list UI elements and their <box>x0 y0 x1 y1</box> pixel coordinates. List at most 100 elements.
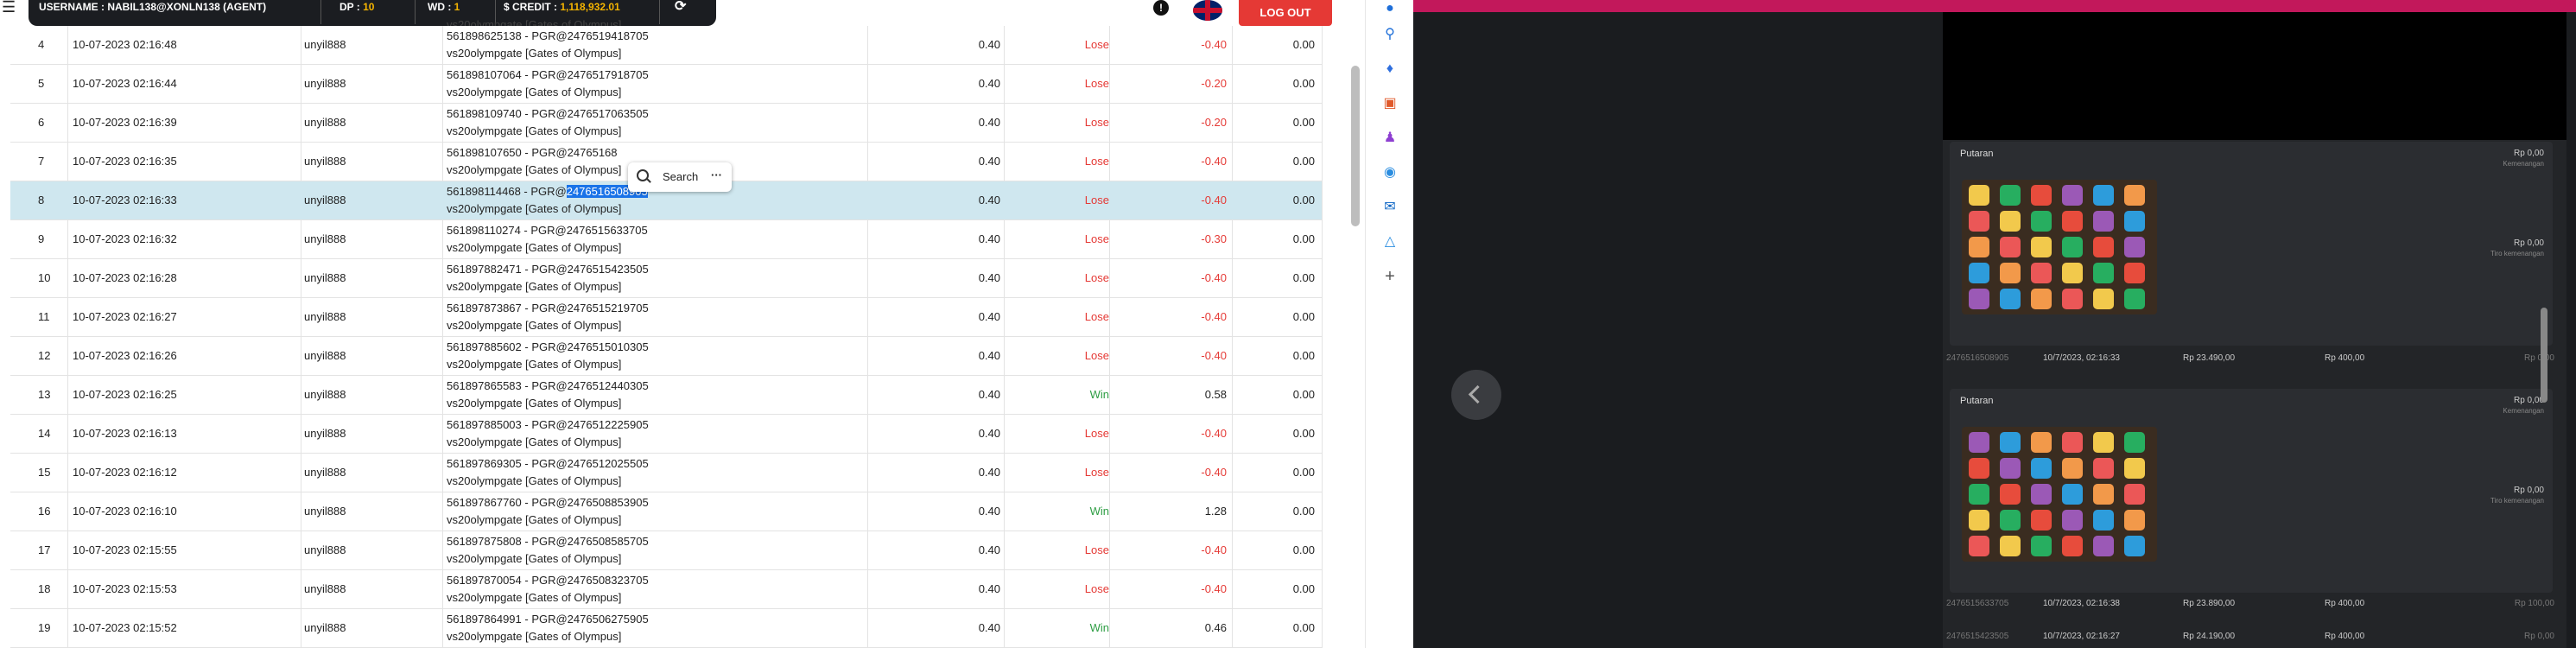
menu-icon[interactable]: ☰ <box>2 0 16 15</box>
row-number: 13 <box>38 388 51 401</box>
game-cell: 561898109740 - PGR@2476517063505 vs20olym… <box>447 105 649 143</box>
game-id: 561898107650 - PGR@24765168 <box>447 146 618 159</box>
spin-amount-sub: Kemenangan <box>2503 407 2544 415</box>
spin-amount-sub: Kemenangan <box>2503 160 2544 168</box>
winloss-cell: -0.20 <box>1201 77 1227 90</box>
refresh-icon[interactable]: ⟳ <box>675 0 686 14</box>
balance-cell: 0.00 <box>1292 310 1315 323</box>
bet-cell: 0.40 <box>978 116 1000 129</box>
slot-symbol <box>2062 484 2083 505</box>
slot-symbol <box>2031 510 2052 530</box>
search-popup-label[interactable]: Search <box>663 162 698 192</box>
table-row[interactable]: 15 10-07-2023 02:16:12 unyil888 56189786930… <box>10 454 1322 492</box>
row-number: 7 <box>38 155 45 168</box>
round-win: Rp 100,00 <box>2514 599 2554 608</box>
datetime-cell: 10-07-2023 02:16:28 <box>73 271 177 284</box>
spin-info-row[interactable]: 2476516508905 10/7/2023, 02:16:33 Rp 23.49… <box>1943 347 2566 370</box>
winloss-cell: 0.58 <box>1204 388 1227 401</box>
status-badge: Lose <box>1084 582 1109 595</box>
slot-symbol <box>2093 289 2114 309</box>
bet-cell: 0.40 <box>978 349 1000 362</box>
game-cell: 561897864991 - PGR@2476506275905 vs20olym… <box>447 611 649 648</box>
row-number: 9 <box>38 232 45 245</box>
table-row[interactable]: 9 10-07-2023 02:16:32 unyil888 561898110274… <box>10 220 1322 259</box>
winloss-cell: -0.40 <box>1201 194 1227 206</box>
game-name: vs20olympgate [Gates of Olympus] <box>447 47 622 60</box>
table-row[interactable]: 14 10-07-2023 02:16:13 unyil888 56189788500… <box>10 415 1322 454</box>
search-icon[interactable]: ⚲ <box>1381 26 1399 43</box>
table-row[interactable]: 16 10-07-2023 02:16:10 unyil888 56189786776… <box>10 492 1322 531</box>
game-id: 561897885003 - PGR@2476512225905 <box>447 418 649 431</box>
bet-cell: 0.40 <box>978 621 1000 634</box>
table-row[interactable]: 11 10-07-2023 02:16:27 unyil888 56189787386… <box>10 298 1322 337</box>
datetime-cell: 10-07-2023 02:16:44 <box>73 77 177 90</box>
status-badge: Lose <box>1084 427 1109 440</box>
slot-symbol <box>2000 185 2021 206</box>
search-popup[interactable]: Search ··· <box>628 162 732 192</box>
winloss-cell: 0.46 <box>1204 621 1227 634</box>
round-bet: Rp 400,00 <box>2325 599 2365 608</box>
games-icon[interactable]: ♟ <box>1381 130 1399 147</box>
table-row[interactable]: 10 10-07-2023 02:16:28 unyil888 56189788247… <box>10 259 1322 298</box>
datetime-cell: 10-07-2023 02:15:55 <box>73 543 177 556</box>
game-id: 561898107064 - PGR@2476517918705 <box>447 68 649 81</box>
tag-icon[interactable]: ♦ <box>1381 60 1399 78</box>
table-row[interactable]: 12 10-07-2023 02:16:26 unyil888 56189788560… <box>10 337 1322 376</box>
shopping-icon[interactable]: △ <box>1381 233 1399 251</box>
user-cell: unyil888 <box>304 38 346 51</box>
user-cell: unyil888 <box>304 388 346 401</box>
status-badge: Lose <box>1084 77 1109 90</box>
table-row[interactable]: 17 10-07-2023 02:15:55 unyil888 56189787580… <box>10 531 1322 570</box>
datetime-cell: 10-07-2023 02:16:27 <box>73 310 177 323</box>
status-badge: Lose <box>1084 194 1109 206</box>
more-options-icon[interactable]: ··· <box>711 162 722 188</box>
table-row[interactable]: 5 10-07-2023 02:16:44 unyil888 561898107064… <box>10 65 1322 104</box>
add-icon[interactable]: + <box>1381 268 1399 285</box>
uk-flag-icon[interactable] <box>1193 0 1222 21</box>
history-scrollbar[interactable] <box>2541 308 2547 403</box>
table-row[interactable]: 19 10-07-2023 02:15:52 unyil888 56189786499… <box>10 609 1322 648</box>
user-cell: unyil888 <box>304 116 346 129</box>
logout-button[interactable]: LOG OUT <box>1239 0 1332 26</box>
table-row[interactable]: 6 10-07-2023 02:16:39 unyil888 561898109740… <box>10 104 1322 143</box>
table-row[interactable]: 4 10-07-2023 02:16:48 unyil888 561898625138… <box>10 26 1322 65</box>
datetime-cell: 10-07-2023 02:16:48 <box>73 38 177 51</box>
outlook-icon[interactable]: ✉ <box>1381 199 1399 216</box>
toolbox-icon[interactable]: ▣ <box>1381 95 1399 112</box>
slot-symbol <box>2124 185 2145 206</box>
game-name: vs20olympgate [Gates of Olympus] <box>447 163 622 176</box>
spin-total: Rp 0,00 <box>2513 486 2544 495</box>
spin-total: Rp 0,00 <box>2513 238 2544 248</box>
user-cell: unyil888 <box>304 271 346 284</box>
divider <box>320 0 321 24</box>
spin-total-sub: Tiro kemenangan <box>2490 250 2544 257</box>
user-cell: unyil888 <box>304 77 346 90</box>
game-history-pane: Putaran Rp 0,00 Kemenangan Rp 0,00 Tiro keme… <box>1413 0 2576 648</box>
office-icon[interactable]: ◉ <box>1381 164 1399 181</box>
dp-label: DP : <box>339 1 364 13</box>
spin-info-row[interactable]: 2476515423505 10/7/2023, 02:16:27 Rp 24.19… <box>1943 626 2566 648</box>
game-cell: 561897869305 - PGR@2476512025505 vs20olym… <box>447 455 649 493</box>
table-row[interactable]: 18 10-07-2023 02:15:53 unyil888 56189787005… <box>10 570 1322 609</box>
bet-cell: 0.40 <box>978 155 1000 168</box>
chevron-left-icon[interactable] <box>1451 370 1501 420</box>
row-number: 11 <box>38 310 50 323</box>
winloss-cell: -0.40 <box>1201 38 1227 51</box>
table-scrollbar[interactable] <box>1351 66 1360 226</box>
slot-symbol <box>1969 432 1989 453</box>
spin-info-row[interactable]: 2476515633705 10/7/2023, 02:16:38 Rp 23.89… <box>1943 593 2566 615</box>
bet-cell: 0.40 <box>978 38 1000 51</box>
bet-cell: 0.40 <box>978 194 1000 206</box>
alert-icon[interactable]: ! <box>1153 0 1169 16</box>
balance-cell: 0.00 <box>1292 271 1315 284</box>
wd-stat: WD : 1 <box>428 0 460 14</box>
wd-value: 1 <box>454 1 460 13</box>
status-badge: Lose <box>1084 155 1109 168</box>
bell-icon[interactable]: ● <box>1381 0 1399 17</box>
game-name: vs20olympgate [Gates of Olympus] <box>447 319 622 332</box>
table-row[interactable]: 13 10-07-2023 02:16:25 unyil888 56189786558… <box>10 376 1322 415</box>
search-icon[interactable] <box>637 169 649 181</box>
balance-cell: 0.00 <box>1292 116 1315 129</box>
balance-cell: 0.00 <box>1292 194 1315 206</box>
game-name: vs20olympgate [Gates of Olympus] <box>447 474 622 487</box>
